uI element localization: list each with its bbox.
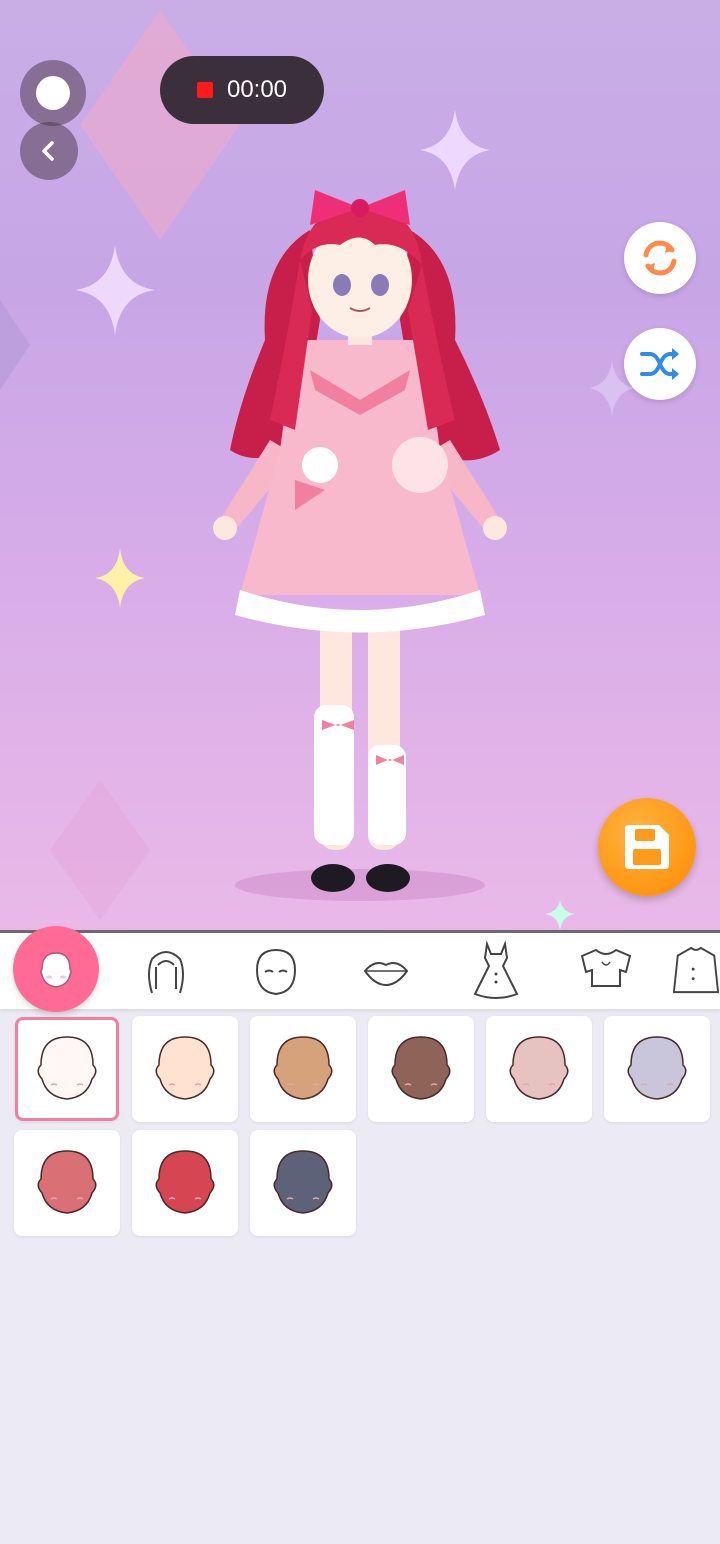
face-shape-icon — [37, 1150, 97, 1214]
character-stage: 00:00 — [0, 0, 720, 930]
coat-icon — [672, 946, 720, 994]
face-shape-icon — [155, 1150, 215, 1214]
face-shape-icon — [37, 1036, 97, 1100]
hair-tab[interactable] — [122, 933, 210, 1009]
reset-button[interactable] — [624, 222, 696, 294]
skin-tone-option[interactable] — [604, 1016, 710, 1122]
dress-icon — [473, 940, 519, 999]
skin-tone-option[interactable] — [250, 1016, 356, 1122]
recording-time: 00:00 — [226, 76, 288, 103]
doll-character — [213, 190, 507, 901]
face-shape-icon — [273, 1036, 333, 1100]
recording-indicator[interactable]: 00:00 — [160, 56, 324, 124]
eyes-tab[interactable] — [232, 933, 320, 1009]
skin-tone-option[interactable] — [15, 1017, 119, 1121]
chevron-left-icon — [42, 141, 54, 161]
skin-tone-option[interactable] — [250, 1130, 356, 1236]
save-button[interactable] — [598, 798, 696, 896]
floppy-disk-icon — [625, 825, 669, 869]
crop-top-icon — [580, 948, 632, 987]
dress-tab[interactable] — [452, 933, 540, 1009]
skin-tone-option[interactable] — [132, 1130, 238, 1236]
face-shape-icon — [509, 1036, 569, 1100]
circle-home-icon — [36, 76, 70, 110]
shuffle-icon — [640, 348, 679, 380]
home-button[interactable] — [20, 60, 86, 126]
face-tab[interactable] — [12, 926, 100, 1012]
hair-icon — [148, 951, 184, 994]
face-shape-icon — [273, 1150, 333, 1214]
refresh-icon — [643, 240, 677, 276]
lips-icon — [363, 962, 409, 987]
face-shape-icon — [155, 1036, 215, 1100]
face-icon — [40, 952, 72, 988]
face-shape-icon — [391, 1036, 451, 1100]
record-icon — [196, 82, 213, 98]
skin-tone-option[interactable] — [132, 1016, 238, 1122]
back-button[interactable] — [20, 122, 78, 180]
skin-tone-option[interactable] — [368, 1016, 474, 1122]
top-tab[interactable] — [562, 933, 650, 1009]
face-shape-icon — [627, 1036, 687, 1100]
coat-tab[interactable] — [672, 933, 720, 1009]
skin-tone-option[interactable] — [486, 1016, 592, 1122]
skin-tone-option[interactable] — [14, 1130, 120, 1236]
head-eyes-icon — [255, 948, 297, 996]
randomize-button[interactable] — [624, 328, 696, 400]
lips-tab[interactable] — [342, 933, 430, 1009]
category-tab-bar — [0, 926, 720, 1012]
